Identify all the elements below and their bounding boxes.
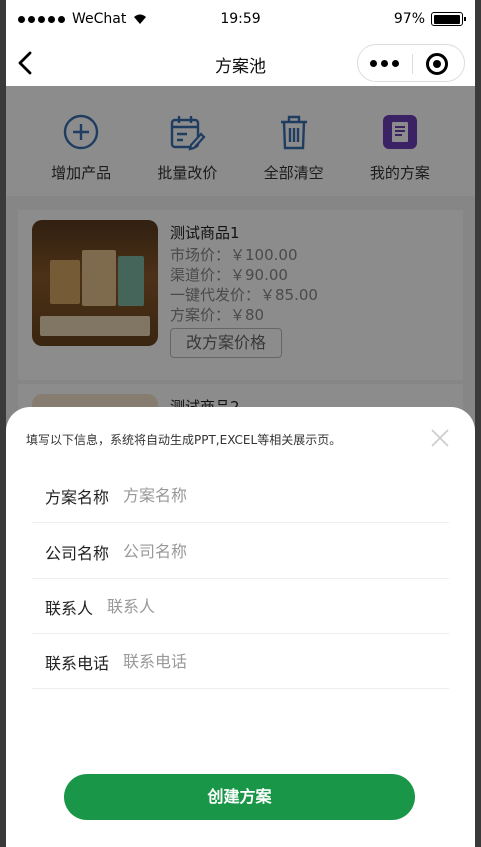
close-mini-program-icon[interactable] (426, 53, 448, 75)
contact-phone-label: 联系电话 (45, 654, 110, 673)
plan-name-input[interactable] (123, 480, 449, 510)
nav-bar: 方案池 (0, 40, 481, 86)
contact-person-input[interactable] (107, 591, 449, 621)
frame-edge (0, 0, 6, 847)
company-name-input[interactable] (123, 536, 449, 566)
screen: WeChat 19:59 97% 方案池 增加产品 批量改价 全部清空 我的方案… (0, 0, 481, 847)
plan-name-row: 方案名称 (32, 467, 449, 523)
create-plan-sheet: 填写以下信息，系统将自动生成PPT,EXCEL等相关展示页。 方案名称 公司名称… (6, 407, 475, 847)
contact-phone-input[interactable] (123, 646, 449, 676)
contact-person-row: 联系人 (32, 578, 449, 634)
company-name-label: 公司名称 (45, 544, 110, 563)
more-icon[interactable] (370, 60, 399, 67)
battery-percent: 97% (393, 11, 425, 27)
mini-program-capsule (357, 44, 465, 82)
sheet-hint: 填写以下信息，系统将自动生成PPT,EXCEL等相关展示页。 (26, 433, 342, 447)
plan-name-label: 方案名称 (45, 488, 110, 507)
create-plan-button[interactable]: 创建方案 (64, 774, 415, 820)
battery-icon (431, 12, 466, 26)
battery-indicator: 97% (393, 11, 466, 27)
close-icon[interactable] (429, 427, 451, 449)
battery-tip (464, 17, 466, 21)
battery-fill (433, 14, 460, 24)
contact-person-label: 联系人 (45, 599, 94, 618)
capsule-divider (412, 54, 413, 74)
contact-phone-row: 联系电话 (32, 633, 449, 689)
frame-edge (475, 0, 481, 847)
status-bar: WeChat 19:59 97% (0, 0, 481, 40)
company-name-row: 公司名称 (32, 523, 449, 579)
